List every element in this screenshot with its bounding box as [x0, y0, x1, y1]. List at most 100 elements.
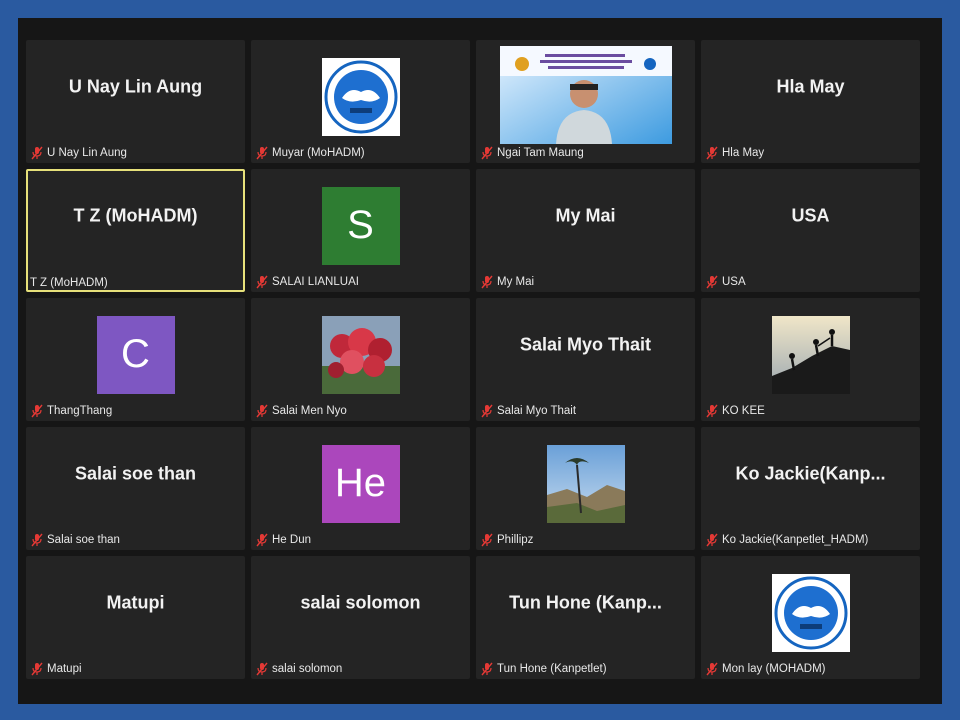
- participant-name-label: ThangThang: [47, 405, 113, 417]
- participant-footer: Salai Myo Thait: [480, 404, 691, 418]
- participant-footer: USA: [705, 275, 916, 289]
- microphone-muted-icon: [256, 146, 268, 160]
- participant-tile[interactable]: Salai Men Nyo: [251, 298, 470, 421]
- participant-footer: salai solomon: [255, 662, 466, 676]
- participant-name-label: KO KEE: [722, 405, 765, 417]
- letter-avatar: He: [321, 444, 400, 523]
- microphone-muted-icon: [256, 533, 268, 547]
- participant-name-label: Mon lay (MOHADM): [722, 663, 826, 675]
- participant-tile[interactable]: Ngai Tam Maung: [476, 40, 695, 163]
- meeting-window: U Nay Lin Aung U Nay Lin Aung Muyar (MoH…: [18, 18, 942, 704]
- participant-video: [500, 46, 672, 144]
- letter-avatar: S: [321, 186, 400, 265]
- participant-footer: U Nay Lin Aung: [30, 146, 241, 160]
- mohadm-logo-avatar: [771, 573, 850, 652]
- microphone-muted-icon: [481, 275, 493, 289]
- microphone-muted-icon: [706, 533, 718, 547]
- participant-tile[interactable]: Tun Hone (Kanp... Tun Hone (Kanpetlet): [476, 556, 695, 679]
- participant-footer: T Z (MoHADM): [30, 277, 241, 289]
- participant-name-label: salai solomon: [272, 663, 343, 675]
- participant-footer: Salai Men Nyo: [255, 404, 466, 418]
- participant-display-name: Hla May: [776, 76, 845, 97]
- participant-footer: He Dun: [255, 533, 466, 547]
- participant-footer: Hla May: [705, 146, 916, 160]
- microphone-muted-icon: [706, 146, 718, 160]
- participant-display-name: salai solomon: [300, 592, 421, 613]
- participant-tile[interactable]: USA USA: [701, 169, 920, 292]
- participant-tile[interactable]: S SALAI LIANLUAI: [251, 169, 470, 292]
- participant-display-name: Salai soe than: [74, 463, 197, 484]
- participant-name-label: T Z (MoHADM): [30, 277, 108, 289]
- participant-display-name: My Mai: [555, 205, 616, 226]
- participant-tile[interactable]: salai solomon salai solomon: [251, 556, 470, 679]
- participant-footer: SALAI LIANLUAI: [255, 275, 466, 289]
- participant-footer: Matupi: [30, 662, 241, 676]
- participant-display-name: Matupi: [106, 592, 165, 613]
- participant-tile[interactable]: KO KEE: [701, 298, 920, 421]
- participant-display-name: T Z (MoHADM): [73, 205, 198, 226]
- flowers-photo-avatar: [321, 315, 400, 394]
- microphone-muted-icon: [706, 404, 718, 418]
- participant-tile[interactable]: My Mai My Mai: [476, 169, 695, 292]
- participant-display-name: Salai Myo Thait: [519, 334, 652, 355]
- participant-tile[interactable]: Mon lay (MOHADM): [701, 556, 920, 679]
- participant-name-label: Tun Hone (Kanpetlet): [497, 663, 607, 675]
- participant-name-label: Muyar (MoHADM): [272, 147, 365, 159]
- participant-footer: Mon lay (MOHADM): [705, 662, 916, 676]
- mohadm-logo-avatar: [321, 57, 400, 136]
- participant-name-label: Hla May: [722, 147, 765, 159]
- climbers-photo-avatar: [771, 315, 850, 394]
- participant-footer: Salai soe than: [30, 533, 241, 547]
- participant-display-name: Tun Hone (Kanp...: [509, 592, 662, 613]
- participant-name-label: Ngai Tam Maung: [497, 147, 584, 159]
- participant-footer: KO KEE: [705, 404, 916, 418]
- participant-name-label: U Nay Lin Aung: [47, 147, 127, 159]
- participant-tile[interactable]: Ko Jackie(Kanp... Ko Jackie(Kanpetlet_HA…: [701, 427, 920, 550]
- participant-name-label: USA: [722, 276, 746, 288]
- microphone-muted-icon: [31, 404, 43, 418]
- participant-tile[interactable]: Muyar (MoHADM): [251, 40, 470, 163]
- participant-name-label: Salai Myo Thait: [497, 405, 577, 417]
- microphone-muted-icon: [706, 275, 718, 289]
- participant-name-label: Salai soe than: [47, 534, 120, 546]
- participant-footer: ThangThang: [30, 404, 241, 418]
- participant-display-name: USA: [791, 205, 830, 226]
- participant-footer: Ko Jackie(Kanpetlet_HADM): [705, 533, 916, 547]
- participant-tile[interactable]: Phillipz: [476, 427, 695, 550]
- participant-name-label: Phillipz: [497, 534, 534, 546]
- microphone-muted-icon: [31, 146, 43, 160]
- participant-tile[interactable]: Salai soe than Salai soe than: [26, 427, 245, 550]
- participant-name-label: My Mai: [497, 276, 535, 288]
- participant-footer: My Mai: [480, 275, 691, 289]
- microphone-muted-icon: [256, 275, 268, 289]
- microphone-muted-icon: [256, 662, 268, 676]
- microphone-muted-icon: [256, 404, 268, 418]
- participant-tile[interactable]: Salai Myo Thait Salai Myo Thait: [476, 298, 695, 421]
- participant-footer: Muyar (MoHADM): [255, 146, 466, 160]
- participant-name-label: SALAI LIANLUAI: [272, 276, 359, 288]
- participant-display-name: Ko Jackie(Kanp...: [735, 463, 886, 484]
- microphone-muted-icon: [706, 662, 718, 676]
- microphone-muted-icon: [31, 533, 43, 547]
- participant-gallery: U Nay Lin Aung U Nay Lin Aung Muyar (MoH…: [26, 40, 920, 679]
- letter-avatar: C: [96, 315, 175, 394]
- participant-name-label: Matupi: [47, 663, 82, 675]
- participant-name-label: Ko Jackie(Kanpetlet_HADM): [722, 534, 869, 546]
- participant-name-label: Salai Men Nyo: [272, 405, 347, 417]
- participant-name-label: He Dun: [272, 534, 311, 546]
- participant-footer: Ngai Tam Maung: [480, 146, 691, 160]
- participant-tile-active-speaker[interactable]: T Z (MoHADM) T Z (MoHADM): [26, 169, 245, 292]
- participant-footer: Tun Hone (Kanpetlet): [480, 662, 691, 676]
- participant-tile[interactable]: He He Dun: [251, 427, 470, 550]
- microphone-muted-icon: [481, 533, 493, 547]
- participant-display-name: U Nay Lin Aung: [68, 76, 203, 97]
- participant-tile[interactable]: Hla May Hla May: [701, 40, 920, 163]
- microphone-muted-icon: [481, 662, 493, 676]
- participant-footer: Phillipz: [480, 533, 691, 547]
- participant-tile[interactable]: C ThangThang: [26, 298, 245, 421]
- microphone-muted-icon: [481, 146, 493, 160]
- participant-tile[interactable]: Matupi Matupi: [26, 556, 245, 679]
- landscape-photo-avatar: [546, 444, 625, 523]
- microphone-muted-icon: [481, 404, 493, 418]
- participant-tile[interactable]: U Nay Lin Aung U Nay Lin Aung: [26, 40, 245, 163]
